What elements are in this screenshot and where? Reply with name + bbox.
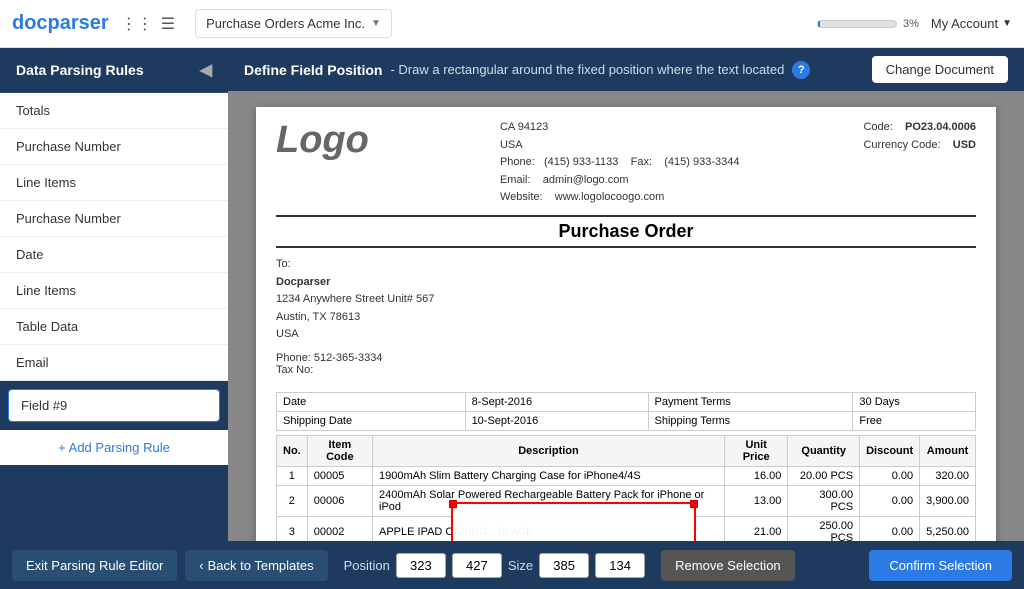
position-x-input[interactable] <box>396 553 446 578</box>
table-header-cell: Item Code <box>307 435 372 466</box>
table-cell: 1900mAh Slim Battery Charging Case for i… <box>373 466 725 485</box>
table-header-cell: Discount <box>860 435 920 466</box>
document-page: Logo CA 94123USA Phone: (415) 933-1133 F… <box>256 107 996 541</box>
table-header-cell: Quantity <box>788 435 860 466</box>
sidebar-item-table-data[interactable]: Table Data <box>0 309 228 345</box>
table-cell: 00006 <box>307 485 372 516</box>
sidebar-item-line-items-1[interactable]: Line Items <box>0 165 228 201</box>
chevron-down-icon: ▼ <box>1002 18 1012 29</box>
table-cell: 1 <box>277 466 308 485</box>
table-header-cell: Unit Price <box>724 435 787 466</box>
account-button[interactable]: My Account ▼ <box>931 16 1012 31</box>
invoice-header: Logo CA 94123USA Phone: (415) 933-1133 F… <box>256 107 996 207</box>
size-height-input[interactable] <box>595 553 645 578</box>
document-area: Define Field Position - Draw a rectangul… <box>228 48 1024 541</box>
back-to-templates-button[interactable]: ‹ Back to Templates <box>185 550 327 581</box>
confirm-selection-button[interactable]: Confirm Selection <box>869 550 1012 581</box>
invoice-contact: Phone: 512-365-3334 Tax No: Fax: 512-423… <box>256 344 996 384</box>
sidebar-item-field9[interactable]: Field #9 <box>8 389 220 422</box>
table-cell: 5,250.00 <box>920 516 976 541</box>
main-layout: Data Parsing Rules ◀ Totals Purchase Num… <box>0 48 1024 541</box>
menu-icon[interactable]: ☰ <box>161 14 175 34</box>
table-cell: 300.00 PCS <box>788 485 860 516</box>
position-y-input[interactable] <box>452 553 502 578</box>
table-header-cell: Amount <box>920 435 976 466</box>
table-cell: 3 <box>277 516 308 541</box>
sidebar-item-totals[interactable]: Totals <box>0 93 228 129</box>
table-cell: 16.00 <box>724 466 787 485</box>
table-cell: 20.00 PCS <box>788 466 860 485</box>
invoice-address: CA 94123USA Phone: (415) 933-1133 Fax: (… <box>500 119 740 207</box>
sidebar: Data Parsing Rules ◀ Totals Purchase Num… <box>0 48 228 541</box>
chevron-down-icon: ▼ <box>371 18 381 29</box>
table-cell: 00005 <box>307 466 372 485</box>
chevron-left-icon: ‹ <box>199 558 203 573</box>
invoice-to: To: Docparser 1234 Anywhere Street Unit#… <box>256 256 996 344</box>
table-cell: 250.00 PCS <box>788 516 860 541</box>
bottom-bar: Exit Parsing Rule Editor ‹ Back to Templ… <box>0 541 1024 589</box>
table-cell: 0.00 <box>860 466 920 485</box>
sidebar-header: Data Parsing Rules ◀ <box>0 48 228 93</box>
table-cell: 0.00 <box>860 516 920 541</box>
navbar-icons: ⋮⋮ ☰ <box>121 14 175 34</box>
add-parsing-rule-button[interactable]: + Add Parsing Rule <box>0 430 228 465</box>
size-width-input[interactable] <box>539 553 589 578</box>
sidebar-item-email[interactable]: Email <box>0 345 228 381</box>
table-cell: 21.00 <box>724 516 787 541</box>
progress-bar <box>817 20 897 28</box>
document-scroll[interactable]: Logo CA 94123USA Phone: (415) 933-1133 F… <box>228 91 1024 541</box>
invoice-title: Purchase Order <box>276 215 976 248</box>
table-cell: 320.00 <box>920 466 976 485</box>
sidebar-item-purchase-number-2[interactable]: Purchase Number <box>0 201 228 237</box>
navbar: docparser ⋮⋮ ☰ Purchase Orders Acme Inc.… <box>0 0 1024 48</box>
sidebar-item-date[interactable]: Date <box>0 237 228 273</box>
table-cell: 00002 <box>307 516 372 541</box>
progress-indicator: 3% <box>817 18 919 30</box>
table-row: 1000051900mAh Slim Battery Charging Case… <box>277 466 976 485</box>
table-header-cell: No. <box>277 435 308 466</box>
progress-label: 3% <box>903 18 919 30</box>
selection-handle-tl[interactable] <box>449 500 457 508</box>
grid-icon[interactable]: ⋮⋮ <box>121 14 153 34</box>
selection-box[interactable]: Fax: 512-423-3332 <box>451 502 696 541</box>
workspace-dropdown[interactable]: Purchase Orders Acme Inc. ▼ <box>195 9 392 38</box>
progress-fill <box>818 21 820 27</box>
table-header-row: No.Item CodeDescriptionUnit PriceQuantit… <box>277 435 976 466</box>
sidebar-item-line-items-2[interactable]: Line Items <box>0 273 228 309</box>
remove-selection-button[interactable]: Remove Selection <box>661 550 795 581</box>
define-field-title: Define Field Position <box>244 62 382 78</box>
invoice-meta: Code: PO23.04.0006 Currency Code: USD <box>863 119 976 154</box>
table-header-cell: Description <box>373 435 725 466</box>
selection-handle-tr[interactable] <box>690 500 698 508</box>
exit-parsing-rule-editor-button[interactable]: Exit Parsing Rule Editor <box>12 550 177 581</box>
table-cell: 0.00 <box>860 485 920 516</box>
sidebar-item-purchase-number-1[interactable]: Purchase Number <box>0 129 228 165</box>
doc-toolbar: Define Field Position - Draw a rectangul… <box>228 48 1024 91</box>
table-cell: 2 <box>277 485 308 516</box>
help-icon[interactable]: ? <box>792 61 810 79</box>
table-cell: 13.00 <box>724 485 787 516</box>
invoice-logo: Logo <box>276 119 376 162</box>
define-field-desc: - Draw a rectangular around the fixed po… <box>390 62 784 77</box>
change-document-button[interactable]: Change Document <box>872 56 1008 83</box>
position-size-group: Position Size <box>344 553 646 578</box>
sidebar-collapse-icon[interactable]: ◀ <box>200 60 212 80</box>
logo: docparser <box>12 12 109 35</box>
table-cell: 3,900.00 <box>920 485 976 516</box>
invoice-info-table: Date 8-Sept-2016 Payment Terms 30 Days S… <box>276 392 976 431</box>
